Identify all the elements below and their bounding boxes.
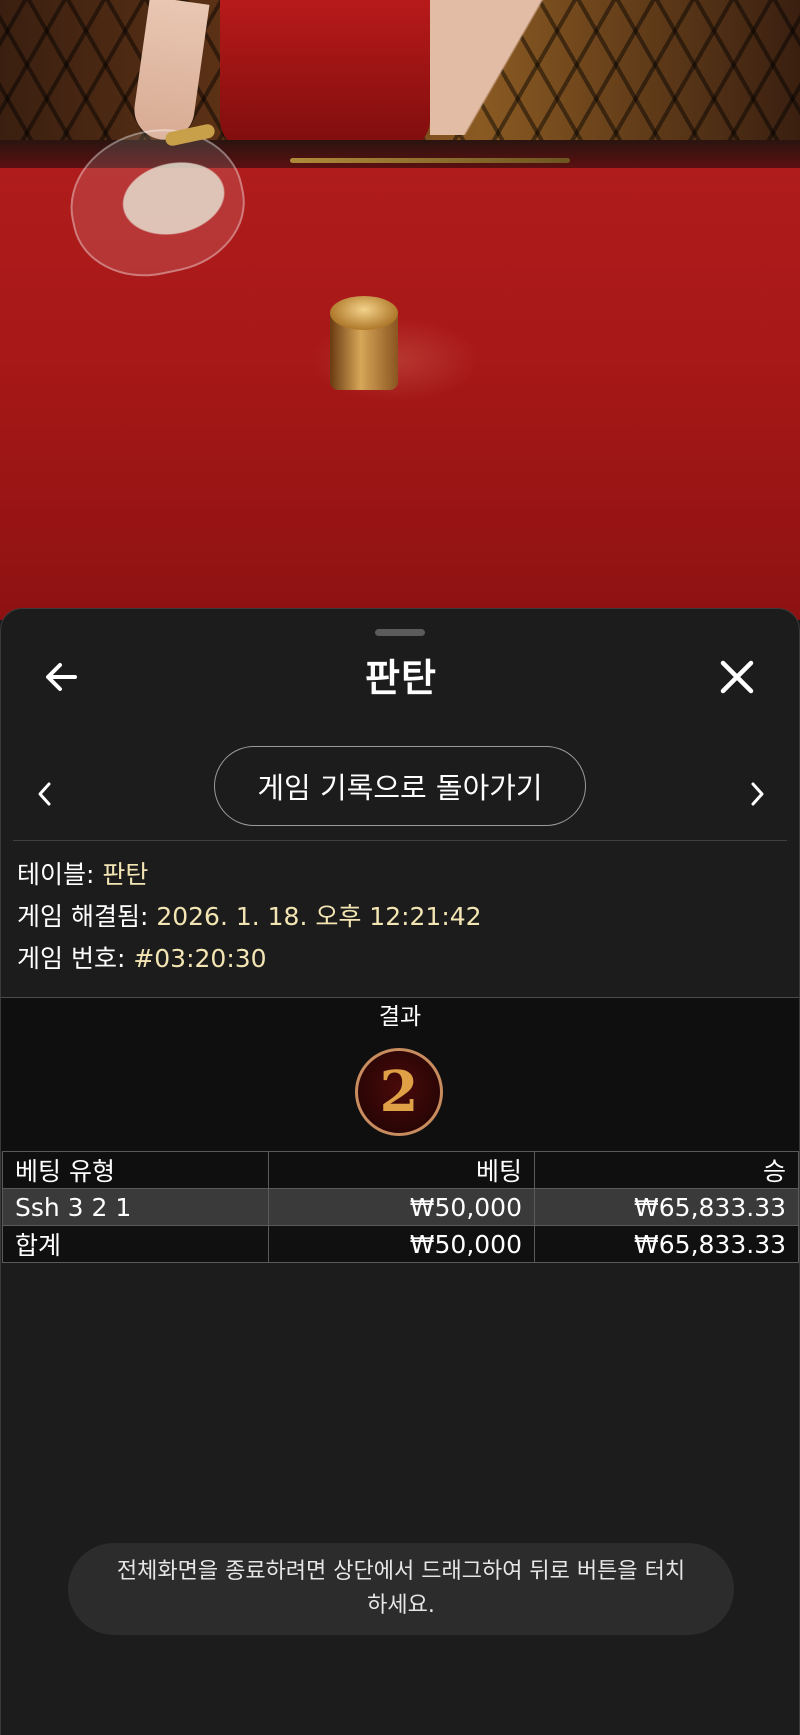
brass-cup-top	[330, 296, 398, 330]
dealer-stick	[290, 158, 570, 163]
back-button[interactable]	[37, 653, 85, 701]
page-title: 판탄	[365, 656, 437, 700]
section-divider	[13, 840, 787, 841]
dealer-dress	[220, 0, 430, 150]
sheet-drag-handle[interactable]	[375, 629, 425, 636]
next-game-button[interactable]	[737, 769, 777, 819]
toast-message: 전체화면을 종료하려면 상단에서 드래그하여 뒤로 버튼을 터치하세요.	[116, 1559, 686, 1618]
chevron-left-icon	[38, 782, 51, 806]
bet-amount-cell: ₩50,000	[268, 1188, 535, 1226]
live-video-feed	[0, 0, 800, 620]
dealer-arm	[430, 0, 630, 135]
result-header: 결과	[1, 997, 799, 1037]
bets-table-header: 베팅 유형 베팅 승	[2, 1151, 799, 1189]
info-game-number-row: 게임 번호: #03:20:30	[17, 941, 267, 977]
total-bet-cell: ₩50,000	[268, 1225, 535, 1263]
result-panel: 2	[1, 1036, 799, 1152]
column-header-win: 승	[534, 1151, 799, 1189]
table-value: 판탄	[102, 860, 149, 889]
chevron-right-icon	[751, 782, 764, 806]
resolved-label: 게임 해결됨:	[17, 902, 149, 931]
result-number-ball: 2	[355, 1048, 443, 1136]
close-icon	[720, 660, 754, 694]
arrow-left-icon	[46, 663, 77, 691]
total-row: 합계 ₩50,000 ₩65,833.33	[2, 1225, 799, 1263]
game-detail-sheet: 판탄 게임 기록으로 돌아가기 테이블: 판탄 게임 해결됨: 2026. 1.…	[0, 608, 800, 1735]
table-row: Ssh 3 2 1 ₩50,000 ₩65,833.33	[2, 1188, 799, 1226]
win-amount-cell: ₩65,833.33	[534, 1188, 799, 1226]
table-label: 테이블:	[17, 860, 95, 889]
info-resolved-row: 게임 해결됨: 2026. 1. 18. 오후 12:21:42	[17, 899, 482, 935]
bets-table: 베팅 유형 베팅 승 Ssh 3 2 1 ₩50,000 ₩65,833.33 …	[2, 1151, 799, 1263]
total-label-cell: 합계	[2, 1225, 269, 1263]
resolved-value: 2026. 1. 18. 오후 12:21:42	[156, 902, 482, 931]
previous-game-button[interactable]	[25, 769, 65, 819]
bet-type-cell: Ssh 3 2 1	[2, 1188, 269, 1226]
back-to-history-button[interactable]: 게임 기록으로 돌아가기	[214, 746, 586, 826]
close-button[interactable]	[713, 653, 761, 701]
game-number-label: 게임 번호:	[17, 944, 126, 973]
fullscreen-exit-toast: 전체화면을 종료하려면 상단에서 드래그하여 뒤로 버튼을 터치하세요.	[68, 1543, 734, 1635]
column-header-bet-type: 베팅 유형	[2, 1151, 269, 1189]
total-win-cell: ₩65,833.33	[534, 1225, 799, 1263]
column-header-bet: 베팅	[268, 1151, 535, 1189]
info-table-row: 테이블: 판탄	[17, 857, 148, 893]
game-number-value: #03:20:30	[133, 944, 267, 973]
